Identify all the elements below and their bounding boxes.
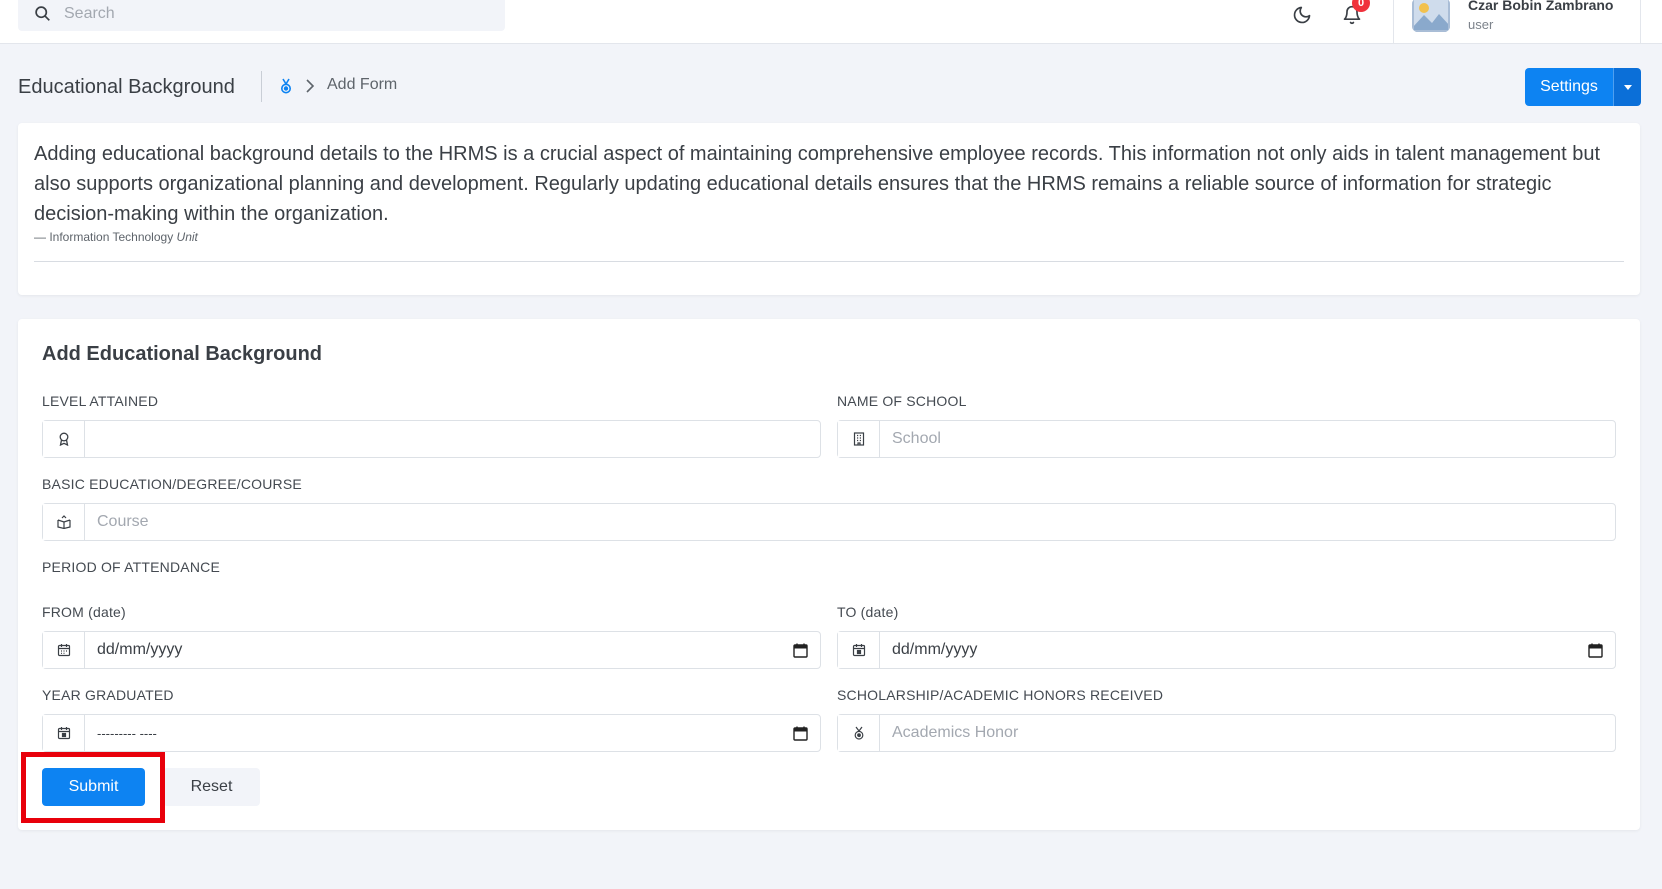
course-label: BASIC EDUCATION/DEGREE/COURSE (42, 476, 302, 492)
info-source-suffix: Unit (176, 230, 198, 244)
course-group (42, 503, 1616, 541)
navbar-divider-right (1640, 0, 1641, 44)
honors-input[interactable] (880, 715, 1615, 751)
search-input[interactable] (64, 4, 484, 23)
user-name: Czar Bobin Zambrano (1468, 0, 1614, 13)
school-name-label: NAME OF SCHOOL (837, 393, 967, 409)
from-date-value: dd/mm/yyyy (97, 641, 183, 658)
chevron-right-icon (306, 79, 315, 93)
from-date-group: dd/mm/yyyy (42, 631, 821, 669)
award-icon (59, 432, 68, 446)
level-attained-input[interactable] (85, 421, 820, 457)
course-addon (43, 504, 85, 540)
calendar-picker-icon[interactable] (1588, 643, 1603, 658)
info-description: Adding educational background details to… (34, 143, 1601, 225)
search-box (18, 0, 505, 31)
calendar-icon (57, 644, 70, 657)
to-date-addon (838, 632, 880, 668)
from-date-input[interactable]: dd/mm/yyyy (85, 632, 820, 668)
medal-icon[interactable] (279, 78, 293, 94)
to-date-input[interactable]: dd/mm/yyyy (880, 632, 1615, 668)
school-addon (838, 421, 880, 457)
user-role: user (1468, 17, 1494, 32)
settings-dropdown-toggle[interactable] (1613, 68, 1641, 106)
title-separator (261, 71, 262, 102)
honors-label: SCHOLARSHIP/ACADEMIC HONORS RECEIVED (837, 687, 1164, 703)
avatar[interactable] (1412, 0, 1450, 32)
course-input[interactable] (85, 504, 1615, 540)
level-attained-label: LEVEL ATTAINED (42, 393, 159, 409)
to-date-group: dd/mm/yyyy (837, 631, 1616, 669)
school-name-group (837, 420, 1616, 458)
to-date-value: dd/mm/yyyy (892, 641, 978, 658)
calendar-picker-icon[interactable] (793, 726, 808, 741)
info-card: Adding educational background details to… (18, 123, 1640, 295)
submit-button[interactable]: Submit (42, 768, 145, 806)
from-date-addon (43, 632, 85, 668)
honors-addon (838, 715, 880, 751)
year-addon (43, 715, 85, 751)
form-card: Add Educational Background LEVEL ATTAINE… (18, 319, 1640, 830)
year-graduated-label: YEAR GRADUATED (42, 687, 174, 703)
reset-button[interactable]: Reset (163, 768, 260, 806)
form-title: Add Educational Background (42, 343, 323, 365)
medal-icon (854, 726, 863, 740)
period-of-attendance-label: PERIOD OF ATTENDANCE (42, 559, 220, 575)
settings-button[interactable]: Settings (1525, 68, 1613, 106)
info-source-name: — Information Technology (34, 230, 174, 244)
info-divider (34, 261, 1624, 262)
top-navbar: 0 Czar Bobin Zambrano user (0, 0, 1662, 44)
calendar-check-icon (57, 727, 70, 740)
honors-group (837, 714, 1616, 752)
year-graduated-group: --------- ---- (42, 714, 821, 752)
to-date-label: TO (date) (837, 604, 899, 620)
breadcrumb-current: Add Form (327, 76, 398, 93)
book-icon (56, 515, 71, 529)
level-attained-group (42, 420, 821, 458)
school-name-input[interactable] (880, 421, 1615, 457)
calendar-check-icon (852, 644, 865, 657)
from-date-label: FROM (date) (42, 604, 126, 620)
level-addon (43, 421, 85, 457)
building-icon (853, 432, 864, 446)
settings-button-group: Settings (1525, 68, 1641, 106)
navbar-divider (1393, 0, 1394, 44)
year-graduated-input[interactable]: --------- ---- (85, 715, 820, 751)
year-graduated-value: --------- ---- (97, 725, 157, 741)
page-title: Educational Background (18, 76, 235, 98)
avatar-image (1412, 0, 1450, 32)
moon-icon (1293, 6, 1311, 24)
calendar-picker-icon[interactable] (793, 643, 808, 658)
search-icon (35, 6, 50, 21)
theme-toggle-button[interactable] (1289, 2, 1315, 28)
notification-badge: 0 (1352, 0, 1370, 12)
caret-down-icon (1623, 84, 1632, 90)
info-source: — Information Technology Unit (34, 230, 198, 244)
